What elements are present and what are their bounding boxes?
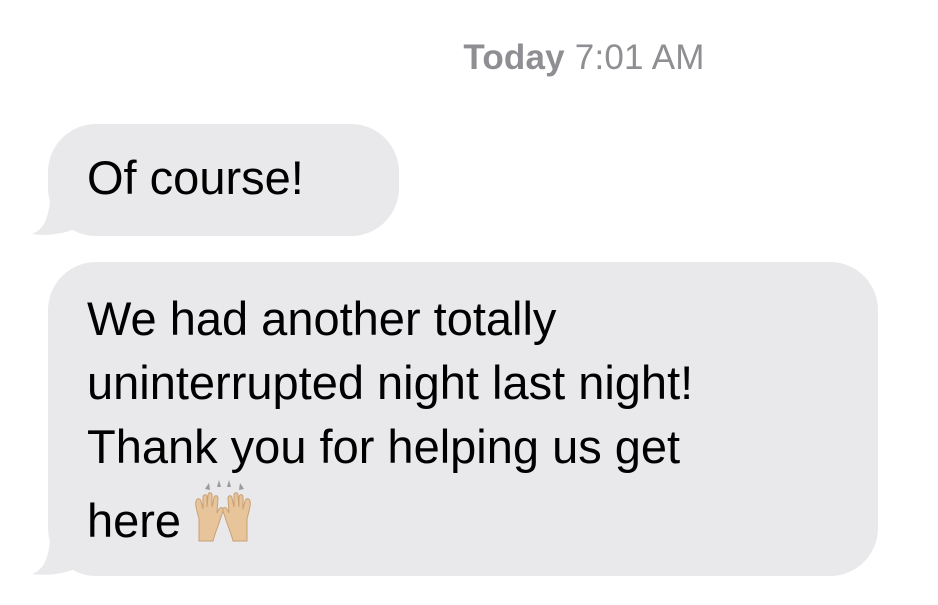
raising-hands-emoji-icon bbox=[195, 480, 251, 542]
message-text-line: Thank you for helping us get bbox=[87, 420, 681, 473]
timestamp-day: Today bbox=[463, 38, 565, 77]
message-text-line: here bbox=[87, 494, 182, 547]
bubble-tail-icon bbox=[32, 540, 72, 575]
message-thread: Today 7:01 AM Of course! We had another … bbox=[0, 0, 938, 605]
message-timestamp: Today 7:01 AM bbox=[0, 38, 938, 78]
bubble-tail-icon bbox=[32, 200, 72, 235]
message-text: Of course! bbox=[87, 151, 304, 204]
message-text-line: uninterrupted night last night! bbox=[87, 356, 694, 409]
timestamp-time: 7:01 AM bbox=[574, 38, 705, 77]
message-bubble[interactable]: Of course! bbox=[32, 124, 399, 236]
message-bubble[interactable]: We had another totally uninterrupted nig… bbox=[32, 262, 878, 576]
message-text-line: We had another totally bbox=[87, 292, 557, 345]
message-text-last-line: here bbox=[87, 479, 848, 553]
